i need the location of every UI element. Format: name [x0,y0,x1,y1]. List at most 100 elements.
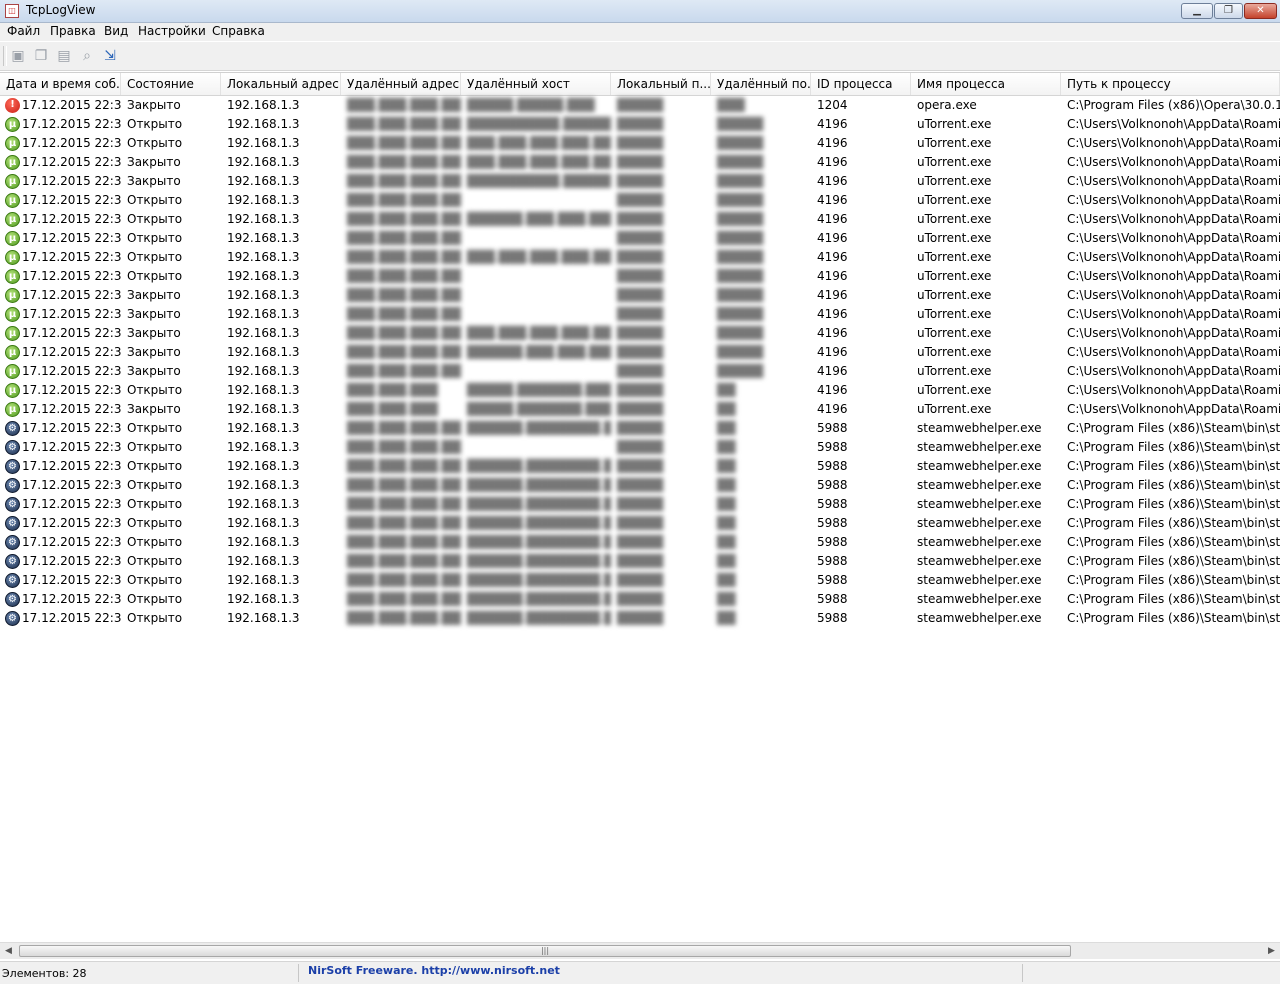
cell-remote-host: ██████.████████.████████.███ [467,421,611,435]
menu-file[interactable]: Файл [7,24,40,38]
cell-path: C:\Program Files (x86)\Steam\bin\steam [1067,421,1280,435]
table-row[interactable]: µ17.12.2015 22:37:...Открыто192.168.1.3█… [0,191,1280,210]
scroll-right-arrow[interactable]: ▶ [1263,943,1280,959]
table-row[interactable]: µ17.12.2015 22:37:...Закрыто192.168.1.3█… [0,305,1280,324]
cell-remote-addr: ███.███.███.███ [347,307,461,321]
column-header-remote-host[interactable]: Удалённый хост [461,73,611,95]
menu-help[interactable]: Справка [212,24,265,38]
column-header-local-address[interactable]: Локальный адрес [221,73,341,95]
column-header-remote-port[interactable]: Удалённый по... [711,73,811,95]
cell-remote-host: ██████████.██████.████ [467,174,611,188]
cell-state: Открыто [127,212,183,226]
menu-edit[interactable]: Правка [50,24,96,38]
table-row[interactable]: ⚙17.12.2015 22:37:...Открыто192.168.1.3█… [0,533,1280,552]
cell-remote-addr: ███.███.███.███ [347,193,461,207]
cell-pid: 5988 [817,554,848,568]
cell-path: C:\Program Files (x86)\Steam\bin\steam [1067,573,1280,587]
cell-datetime: 17.12.2015 22:37:... [22,345,121,359]
cell-remote-addr: ███.███.███.███ [347,421,461,435]
menu-settings[interactable]: Настройки [138,24,206,38]
cell-local-addr: 192.168.1.3 [227,212,300,226]
horizontal-scrollbar[interactable]: ◀ ||| ▶ [0,942,1280,959]
cell-datetime: 17.12.2015 22:37:... [22,497,121,511]
cell-local-port: █████ [617,193,664,207]
table-row[interactable]: µ17.12.2015 22:37:...Открыто192.168.1.3█… [0,229,1280,248]
column-header-state[interactable]: Состояние [121,73,221,95]
cell-remote-addr: ███.███.███.███ [347,364,461,378]
column-header-process-id[interactable]: ID процесса [811,73,911,95]
table-row[interactable]: ⚙17.12.2015 22:37:...Открыто192.168.1.3█… [0,457,1280,476]
cell-state: Открыто [127,592,183,606]
table-row[interactable]: ⚙17.12.2015 22:37:...Открыто192.168.1.3█… [0,590,1280,609]
maximize-button[interactable]: ❐ [1214,3,1243,19]
cell-remote-port: ██ [717,497,736,511]
cell-datetime: 17.12.2015 22:37:... [22,364,121,378]
status-bar: Элементов: 28 NirSoft Freeware. http://w… [0,961,1280,984]
table-row[interactable]: µ17.12.2015 22:37:...Закрыто192.168.1.3█… [0,400,1280,419]
table-row[interactable]: µ17.12.2015 22:37:...Закрыто192.168.1.3█… [0,362,1280,381]
cell-pid: 5988 [817,611,848,625]
table-row[interactable]: µ17.12.2015 22:37:...Закрыто192.168.1.3█… [0,343,1280,362]
connections-list[interactable]: Дата и время соб... Состояние Локальный … [0,72,1280,943]
cell-local-port: █████ [617,459,664,473]
table-row[interactable]: µ17.12.2015 22:37:...Открыто192.168.1.3█… [0,248,1280,267]
table-row[interactable]: µ17.12.2015 22:36:...Открыто192.168.1.3█… [0,115,1280,134]
html-report-icon[interactable]: ▤ [55,47,73,65]
cell-datetime: 17.12.2015 22:37:... [22,459,121,473]
column-header-datetime[interactable]: Дата и время соб... [0,73,121,95]
cell-local-addr: 192.168.1.3 [227,573,300,587]
table-row[interactable]: µ17.12.2015 22:37:...Закрыто192.168.1.3█… [0,172,1280,191]
close-button[interactable]: ✕ [1244,3,1277,19]
table-row[interactable]: ⚙17.12.2015 22:37:...Открыто192.168.1.3█… [0,438,1280,457]
scroll-left-arrow[interactable]: ◀ [0,943,17,959]
cell-remote-addr: ███.███.███.███ [347,117,461,131]
copy-icon[interactable]: ❐ [32,47,50,65]
cell-path: C:\Users\Volknonoh\AppData\Roaming [1067,231,1280,245]
cell-datetime: 17.12.2015 22:37:... [22,516,121,530]
cell-local-port: █████ [617,345,664,359]
table-row[interactable]: µ17.12.2015 22:37:...Открыто192.168.1.3█… [0,210,1280,229]
cell-remote-port: █████ [717,193,764,207]
table-row[interactable]: ⚙17.12.2015 22:37:...Открыто192.168.1.3█… [0,419,1280,438]
column-header-process-path[interactable]: Путь к процессу [1061,73,1280,95]
cell-local-addr: 192.168.1.3 [227,231,300,245]
cell-path: C:\Users\Volknonoh\AppData\Roaming [1067,345,1280,359]
cell-remote-addr: ███.███.███.███ [347,516,461,530]
table-row[interactable]: ⚙17.12.2015 22:37:...Открыто192.168.1.3█… [0,495,1280,514]
cell-pid: 4196 [817,155,848,169]
cell-datetime: 17.12.2015 22:37:... [22,155,121,169]
table-row[interactable]: ⚙17.12.2015 22:37:...Открыто192.168.1.3█… [0,476,1280,495]
menu-view[interactable]: Вид [104,24,128,38]
cell-local-port: █████ [617,174,664,188]
cell-remote-port: ██ [717,611,736,625]
cell-datetime: 17.12.2015 22:37:... [22,174,121,188]
table-row[interactable]: µ17.12.2015 22:37:...Открыто192.168.1.3█… [0,267,1280,286]
scrollbar-thumb[interactable]: ||| [19,945,1071,957]
table-row[interactable]: ⚙17.12.2015 22:37:...Открыто192.168.1.3█… [0,514,1280,533]
cell-state: Открыто [127,440,183,454]
cell-name: uTorrent.exe [917,193,992,207]
column-header-local-port[interactable]: Локальный п... [611,73,711,95]
table-row[interactable]: µ17.12.2015 22:37:...Закрыто192.168.1.3█… [0,324,1280,343]
cell-name: uTorrent.exe [917,288,992,302]
table-row[interactable]: µ17.12.2015 22:37:...Закрыто192.168.1.3█… [0,286,1280,305]
table-row[interactable]: ⚙17.12.2015 22:37:...Открыто192.168.1.3█… [0,552,1280,571]
exit-icon[interactable]: ⇲ [101,47,119,65]
cell-remote-port: █████ [717,345,764,359]
column-header-process-name[interactable]: Имя процесса [911,73,1061,95]
menu-bar: Файл Правка Вид Настройки Справка [0,23,1280,41]
minimize-button[interactable]: ▁ [1181,3,1213,19]
column-header-remote-address[interactable]: Удалённый адрес [341,73,461,95]
cell-local-port: █████ [617,478,664,492]
table-row[interactable]: µ17.12.2015 22:37:...Открыто192.168.1.3█… [0,381,1280,400]
cell-state: Закрыто [127,345,181,359]
table-row[interactable]: µ17.12.2015 22:36:...Открыто192.168.1.3█… [0,134,1280,153]
table-row[interactable]: µ17.12.2015 22:37:...Закрыто192.168.1.3█… [0,153,1280,172]
find-icon[interactable]: ⌕ [78,47,96,65]
table-row[interactable]: ⚙17.12.2015 22:37:...Открыто192.168.1.3█… [0,571,1280,590]
cell-remote-addr: ███.███.███ [347,402,438,416]
save-icon[interactable]: ▣ [9,47,27,65]
nirsoft-link[interactable]: NirSoft Freeware. http://www.nirsoft.net [308,964,560,977]
table-row[interactable]: !17.12.2015 22:36:...Закрыто192.168.1.3█… [0,96,1280,115]
table-row[interactable]: ⚙17.12.2015 22:37:...Открыто192.168.1.3█… [0,609,1280,628]
